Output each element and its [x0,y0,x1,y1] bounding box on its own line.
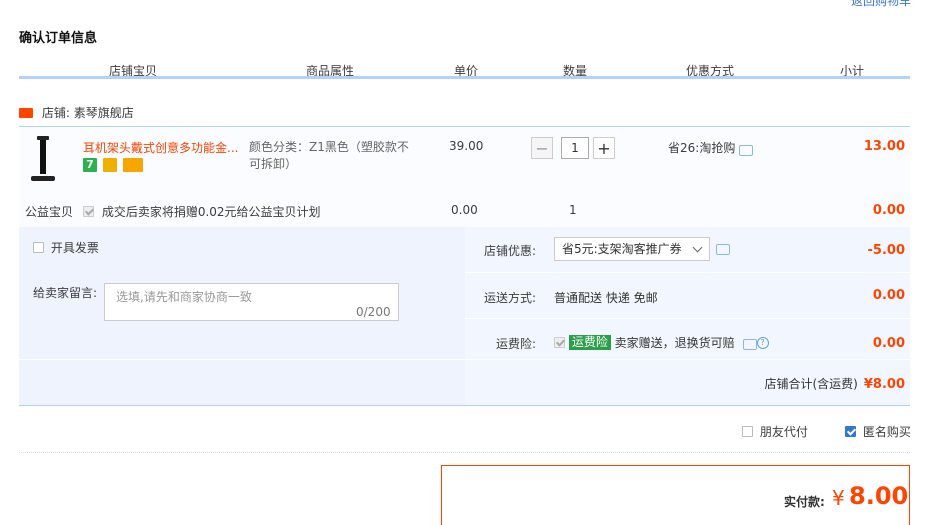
chat-icon[interactable] [739,145,754,156]
divider [19,452,910,454]
chat-icon[interactable] [742,339,757,350]
friend-pay-checkbox[interactable] [742,426,753,437]
guarantee-icon[interactable] [102,157,117,172]
charity-subtotal: 0.00 [872,203,905,218]
total-divider [19,405,910,406]
insurance-checkbox[interactable] [554,337,565,348]
item-title-link[interactable]: 耳机架头戴式创意多功能金... [83,139,243,156]
help-icon[interactable]: ? [756,336,769,349]
insurance-label: 运费险: [495,337,536,351]
invoice-checkbox[interactable] [33,242,44,253]
message-placeholder: 选填,请先和商家协商一致 [116,290,252,304]
shop-label: 店铺: [41,106,70,120]
shop-name-link[interactable]: 素琴旗舰店 [74,106,134,120]
pay-label: 实付款: [784,495,825,509]
charity-text: 成交后卖家将捐赠0.02元给公益宝贝计划 [101,205,321,219]
header-divider [19,76,910,79]
attr-line-1: 颜色分类：Z1黑色（塑胶款不 [249,140,409,154]
insurance-amount: 0.00 [872,336,905,351]
invoice-option[interactable]: 开具发票 [33,239,99,256]
pay-amount: 8.00 [849,482,909,510]
chevron-down-icon [692,242,703,253]
shipping-method: 普通配送 快递 免邮 [554,291,658,305]
qty-plus-button[interactable]: + [593,137,615,159]
insurance-row: 运费险 卖家赠送，退换货可赔 ? [554,334,769,351]
seven-day-return-icon[interactable]: 7 [83,157,97,172]
item-attributes: 颜色分类：Z1黑色（塑胶款不 可拆卸） [249,139,419,173]
charity-qty: 1 [569,203,577,217]
anonymous-option[interactable]: 匿名购买 [845,423,911,440]
shipping-label: 运送方式: [483,291,536,305]
invoice-label: 开具发票 [50,241,99,255]
shop-row: 店铺: 素琴旗舰店 [19,104,134,121]
charity-row: 成交后卖家将捐赠0.02元给公益宝贝计划 [83,203,321,220]
qty-input[interactable]: 1 [561,137,589,159]
shipping-amount: 0.00 [872,288,905,303]
attr-line-2: 可拆卸） [249,157,298,171]
page-title: 确认订单信息 [19,31,98,46]
promo-text: 省26:淘抢购 [668,141,736,155]
item-subtotal: 13.00 [863,139,905,154]
anonymous-label: 匿名购买 [862,425,911,439]
coupon-select[interactable]: 省5元:支架淘客推广券 [554,237,710,261]
charity-checkbox[interactable] [83,206,94,217]
qty-minus-button[interactable]: − [531,137,553,159]
coupon-selected-value: 省5元:支架淘客推广券 [562,242,682,256]
coupon-amount: -5.00 [867,243,905,258]
row-divider [465,272,910,273]
row-divider [19,359,910,360]
service-badges: 7 [83,157,145,172]
insurance-text: 卖家赠送，退换货可赔 [614,336,735,350]
top-link[interactable]: 返回购物车 [851,0,911,9]
shop-total-value: ¥8.00 [863,377,905,392]
anonymous-checkbox[interactable] [845,426,856,437]
friend-pay-option[interactable]: 朋友代付 [742,423,808,440]
shop-total: 店铺合计(含运费) ¥8.00 [765,375,906,392]
chat-icon[interactable] [716,244,730,255]
message-label: 给卖家留言: [33,286,98,300]
message-char-count: 0/200 [356,305,391,319]
charity-label: 公益宝贝 [25,205,74,219]
row-divider [465,318,910,319]
charity-price: 0.00 [451,203,478,217]
insurance-badge: 运费险 [568,335,611,350]
coupon-label: 店铺优惠: [483,244,536,258]
shop-total-label: 店铺合计(含运费) [764,377,858,391]
credit-card-icon[interactable] [122,157,143,172]
friend-pay-label: 朋友代付 [759,425,808,439]
item-price: 39.00 [449,139,484,153]
pay-currency: ¥ [832,486,845,510]
product-image[interactable] [27,136,59,184]
item-promo: 省26:淘抢购 [668,139,754,156]
tmall-shop-icon [19,107,33,118]
